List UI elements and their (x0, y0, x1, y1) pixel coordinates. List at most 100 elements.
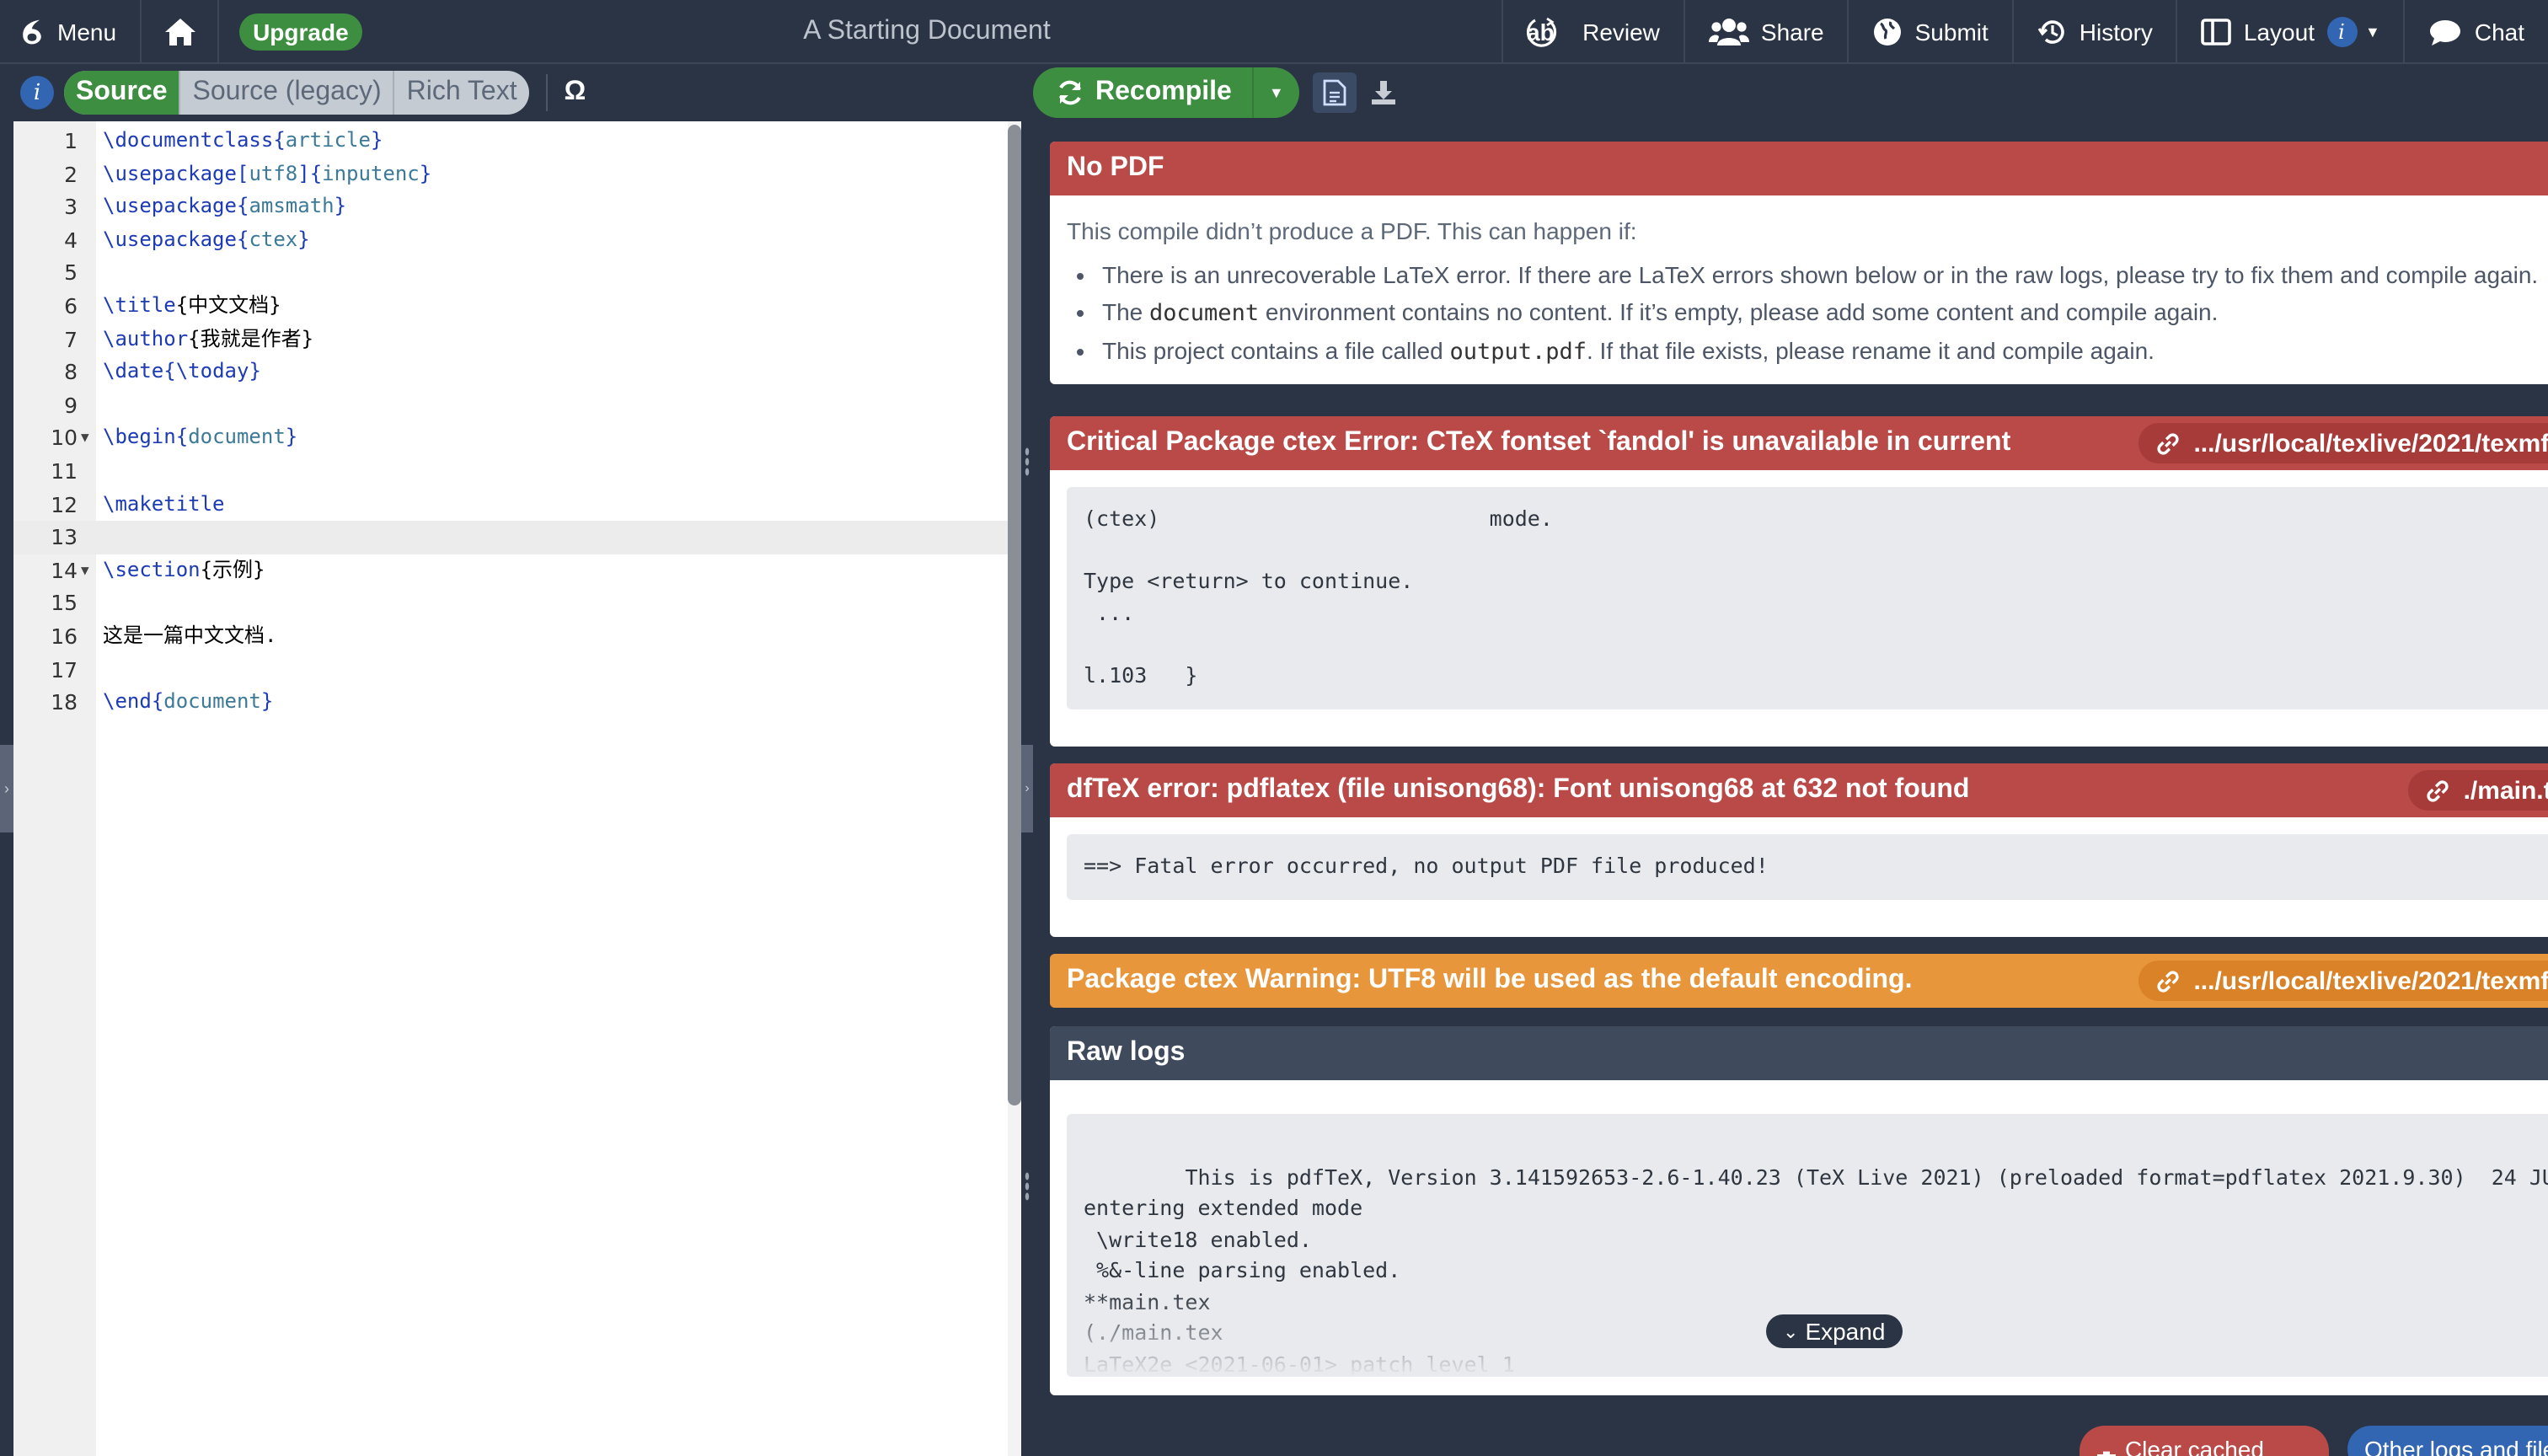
file-tree-toggle[interactable]: › (0, 745, 13, 832)
caret-down-icon: ▼ (2365, 24, 2380, 40)
code-editor[interactable]: 1 \documentclass{article} 2 \usepackage[utf… (13, 121, 1021, 1456)
code-line[interactable]: 1 \documentclass{article} (13, 125, 1008, 158)
code-line[interactable]: 6 \title{中文文档} (13, 290, 1008, 323)
line-number: 15 (51, 590, 78, 616)
symbol-palette-button[interactable]: Ω (565, 78, 586, 108)
layout-button[interactable]: Layout i ▼ (2176, 0, 2404, 64)
code-token: \usepackage (103, 227, 237, 251)
file-text-icon (1323, 79, 1346, 106)
layout-icon (2202, 19, 2232, 46)
error-card-ctex: Critical Package ctex Error: CTeX fontse… (1050, 416, 2548, 747)
logs-toggle-button[interactable] (1312, 72, 1357, 113)
reason-item: This project contains a file called outp… (1102, 332, 2548, 371)
code-line[interactable]: 8 \date{\today} (13, 356, 1008, 388)
code-line[interactable]: 5 (13, 257, 1008, 290)
recompile-button[interactable]: Recompile (1033, 67, 1252, 118)
download-pdf-button[interactable] (1367, 72, 1400, 113)
code-line[interactable]: 9 (13, 389, 1008, 422)
history-button[interactable]: History (2011, 0, 2176, 64)
code-line[interactable]: 7 \author{我就是作者} (13, 323, 1008, 356)
trash-icon (2096, 1451, 2116, 1456)
code-line[interactable]: 16 这是一篇中文文档. (13, 620, 1008, 653)
mode-source-button[interactable]: Source (64, 71, 179, 115)
code-line[interactable]: 17 (13, 653, 1008, 686)
line-number: 10 (51, 425, 78, 451)
code-token: \date (103, 359, 164, 383)
code-token: { (236, 194, 249, 218)
raw-logs-title: Raw logs (1067, 1038, 1186, 1067)
code-token: } (260, 689, 274, 714)
other-logs-button[interactable]: Other logs and files ▲ (2347, 1426, 2548, 1456)
code-token: \usepackage (103, 194, 237, 218)
code-text: 这是一篇中文文档. (103, 620, 276, 653)
code-line[interactable]: 4 \usepackage{ctex} (13, 224, 1008, 257)
expand-label: Expand (1805, 1318, 1886, 1345)
code-line[interactable]: 14 ▼ \section{示例} (13, 554, 1008, 587)
line-number: 5 (64, 260, 78, 286)
code-text: \usepackage[utf8]{inputenc} (103, 158, 431, 190)
clear-cache-button[interactable]: Clear cached files (2080, 1426, 2329, 1456)
line-number: 13 (51, 524, 78, 550)
editor-mode-switch: Source Source (legacy) Rich Text (64, 71, 529, 115)
mode-source-legacy-button[interactable]: Source (legacy) (179, 71, 393, 115)
code-line[interactable]: 11 (13, 455, 1008, 488)
error-file-link[interactable]: ./main.tex (2407, 770, 2548, 811)
history-icon (2037, 20, 2064, 44)
code-line[interactable]: 15 (13, 587, 1008, 620)
submit-button[interactable]: Submit (1847, 0, 2012, 64)
code-token: { (273, 128, 286, 152)
chat-label: Chat (2474, 19, 2524, 46)
code-token: } (285, 425, 298, 449)
mode-rich-text-button[interactable]: Rich Text (393, 71, 529, 115)
code-text: \author{我就是作者} (103, 323, 313, 356)
layout-info-icon[interactable]: i (2326, 17, 2357, 47)
warning-file-link[interactable]: .../usr/local/texlive/2021/texmf-di (2138, 961, 2548, 1001)
code-line[interactable]: 12 \maketitle (13, 488, 1008, 521)
code-line[interactable]: 13 (13, 521, 1008, 554)
code-token: { (175, 425, 189, 449)
toolbar-right: ab Review Share Submit History Layout i … (1502, 0, 2548, 64)
error-file-link[interactable]: .../usr/local/texlive/2021/texmf-di (2138, 423, 2548, 463)
history-label: History (2079, 19, 2153, 46)
code-token: {示例} (200, 557, 265, 581)
line-number: 12 (51, 491, 78, 517)
clear-cache-label: Clear cached files (2124, 1436, 2264, 1456)
users-icon (1708, 19, 1749, 46)
line-number: 18 (51, 689, 78, 715)
code-token: {中文文档} (175, 293, 281, 317)
fold-toggle-icon[interactable]: ▼ (81, 554, 89, 587)
expand-logs-button[interactable]: ⌄ Expand (1766, 1314, 1903, 1348)
recompile-options-button[interactable]: ▼ (1251, 67, 1299, 118)
code-line[interactable]: 10 ▼ \begin{document} (13, 422, 1008, 455)
line-number: 8 (64, 359, 78, 385)
warning-header[interactable]: Package ctex Warning: UTF8 will be used … (1050, 954, 2548, 1008)
pane-splitter[interactable]: › (1021, 121, 1033, 1456)
code-token: amsmath (249, 194, 335, 218)
warning-title: Package ctex Warning: UTF8 will be used … (1067, 966, 1913, 994)
code-token: utf8 (249, 161, 298, 185)
line-number: 16 (51, 624, 78, 649)
review-label: Review (1582, 19, 1660, 46)
error-file-path: .../usr/local/texlive/2021/texmf-di (2193, 429, 2548, 458)
code-line[interactable]: 18 \end{document} (13, 686, 1008, 719)
code-token: { (236, 227, 249, 251)
fold-toggle-icon[interactable]: ▼ (81, 422, 89, 455)
code-text: \usepackage{ctex} (103, 224, 310, 257)
error-header[interactable]: dfTeX error: pdflatex (file unisong68): … (1050, 763, 2548, 817)
reason-item: There is an unrecoverable LaTeX error. I… (1102, 256, 2548, 293)
editor-info-icon[interactable]: i (20, 76, 54, 110)
code-line[interactable]: 3 \usepackage{amsmath} (13, 190, 1008, 223)
code-line[interactable]: 2 \usepackage[utf8]{inputenc} (13, 158, 1008, 190)
line-number: 14 (51, 557, 78, 583)
share-button[interactable]: Share (1683, 0, 1848, 64)
editor-scrollbar-thumb[interactable] (1008, 125, 1021, 1105)
chat-button[interactable]: Chat (2403, 0, 2548, 64)
error-header[interactable]: Critical Package ctex Error: CTeX fontse… (1050, 416, 2548, 470)
review-icon: ab (1527, 17, 1557, 47)
pdf-pane-toggle[interactable]: › (1021, 745, 1033, 832)
code-token: {我就是作者} (188, 326, 314, 351)
review-button[interactable]: ab Review (1502, 0, 1684, 64)
editor-scrollbar[interactable] (1008, 121, 1021, 1456)
code-token: } (249, 359, 261, 383)
reason-text: . If that file exists, please rename it … (1587, 337, 2155, 364)
